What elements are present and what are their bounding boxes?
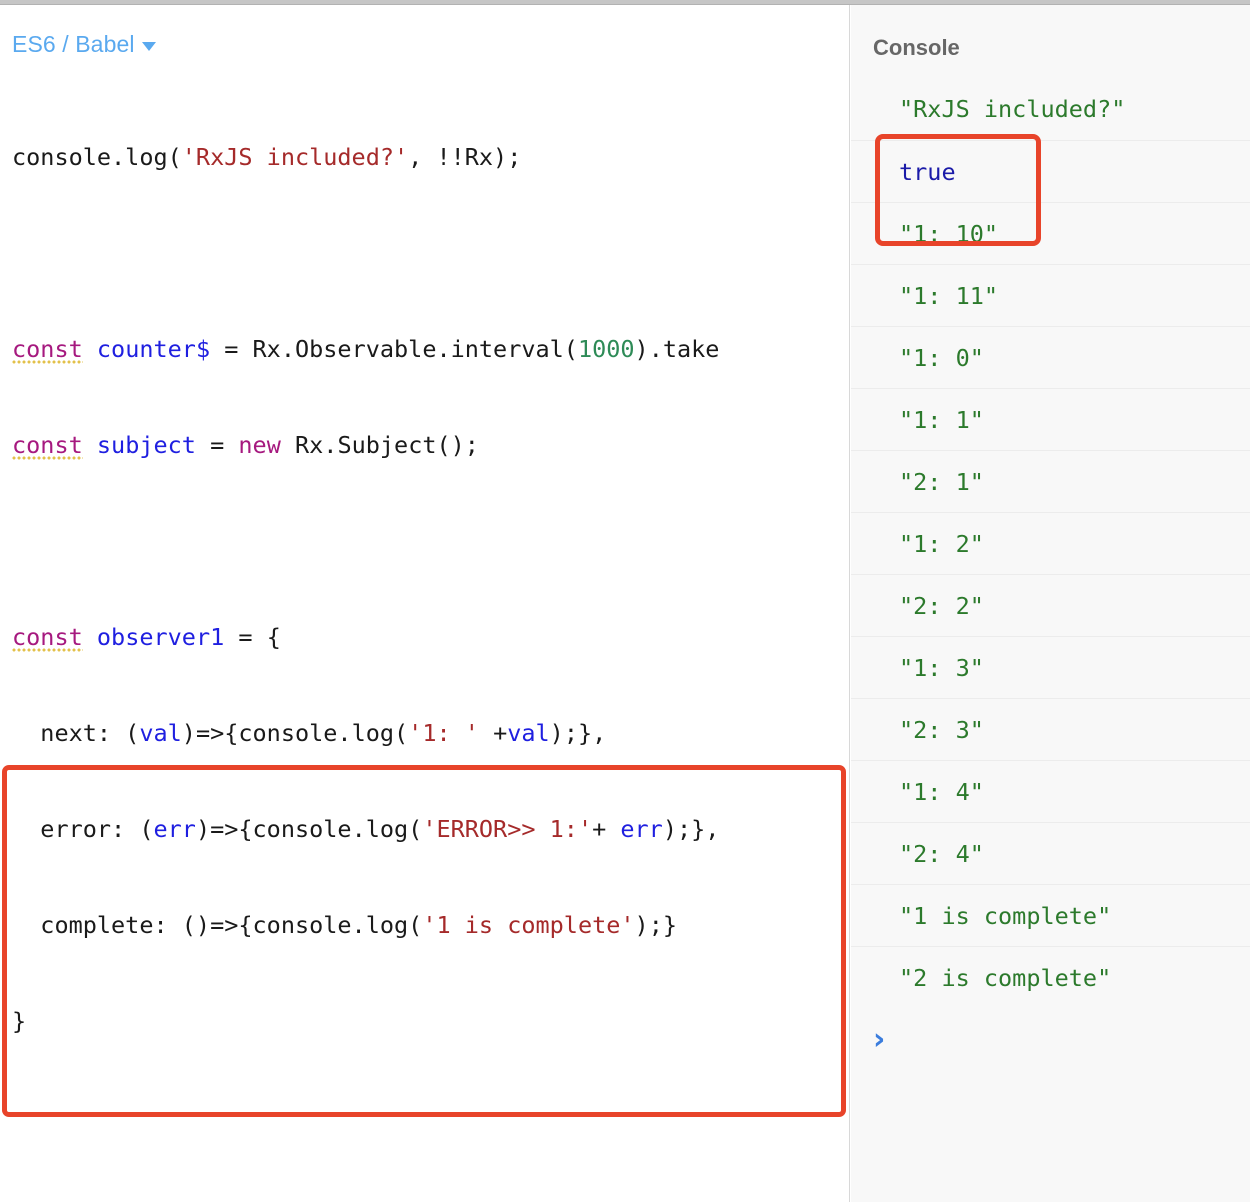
console-log-entry: "1: 1"	[851, 388, 1250, 450]
chevron-down-icon	[141, 41, 156, 51]
playground-root: ES6 / Babel console.log('RxJS included?'…	[0, 0, 1250, 1202]
console-log-entry: "RxJS included?"	[899, 95, 1126, 123]
code-line[interactable]	[0, 1101, 849, 1133]
console-log-entry: "1: 2"	[851, 512, 1250, 574]
console-log-entry: "2: 3"	[851, 698, 1250, 760]
code-line[interactable]: }	[0, 1005, 849, 1037]
console-log-entry: "1 is complete"	[851, 884, 1250, 946]
console-log-entry: "1: 4"	[851, 760, 1250, 822]
code-line[interactable]	[0, 237, 849, 269]
console-pane[interactable]: Console "RxJS included?" true "1: 10" "1…	[851, 5, 1250, 1202]
code-content[interactable]: console.log('RxJS included?', !!Rx); con…	[0, 77, 849, 1202]
language-mode-label: ES6 / Babel	[12, 31, 135, 57]
console-log-entry: "2: 4"	[851, 822, 1250, 884]
console-prompt-chevron-icon[interactable]: ›	[851, 1008, 1250, 1070]
code-line[interactable]: const subject = new Rx.Subject();	[0, 429, 849, 461]
console-log-entry: true	[851, 140, 1250, 202]
code-line[interactable]: console.log('RxJS included?', !!Rx);	[0, 141, 849, 173]
console-log-entry: "1: 10"	[851, 202, 1250, 264]
code-line[interactable]: error: (err)=>{console.log('ERROR>> 1:'+…	[0, 813, 849, 845]
code-line[interactable]: next: (val)=>{console.log('1: ' +val);},	[0, 717, 849, 749]
code-line[interactable]: complete: ()=>{console.log('1 is complet…	[0, 909, 849, 941]
console-log-entry: "1: 0"	[851, 326, 1250, 388]
console-log-entry: "1: 3"	[851, 636, 1250, 698]
code-line[interactable]: const observer2 = {	[0, 1197, 849, 1202]
console-log-entry: "1: 11"	[851, 264, 1250, 326]
code-line[interactable]: const counter$ = Rx.Observable.interval(…	[0, 333, 849, 365]
console-log-entry: "2: 2"	[851, 574, 1250, 636]
language-mode-selector[interactable]: ES6 / Babel	[12, 31, 156, 58]
code-line[interactable]	[0, 525, 849, 557]
code-line[interactable]: const observer1 = {	[0, 621, 849, 653]
console-title: Console	[873, 35, 960, 60]
console-log-list: "RxJS included?" true "1: 10" "1: 11" "1…	[851, 78, 1250, 1070]
code-editor-pane[interactable]: ES6 / Babel console.log('RxJS included?'…	[0, 5, 850, 1202]
console-log-entry: "2 is complete"	[851, 946, 1250, 1008]
console-log-entry: "2: 1"	[851, 450, 1250, 512]
